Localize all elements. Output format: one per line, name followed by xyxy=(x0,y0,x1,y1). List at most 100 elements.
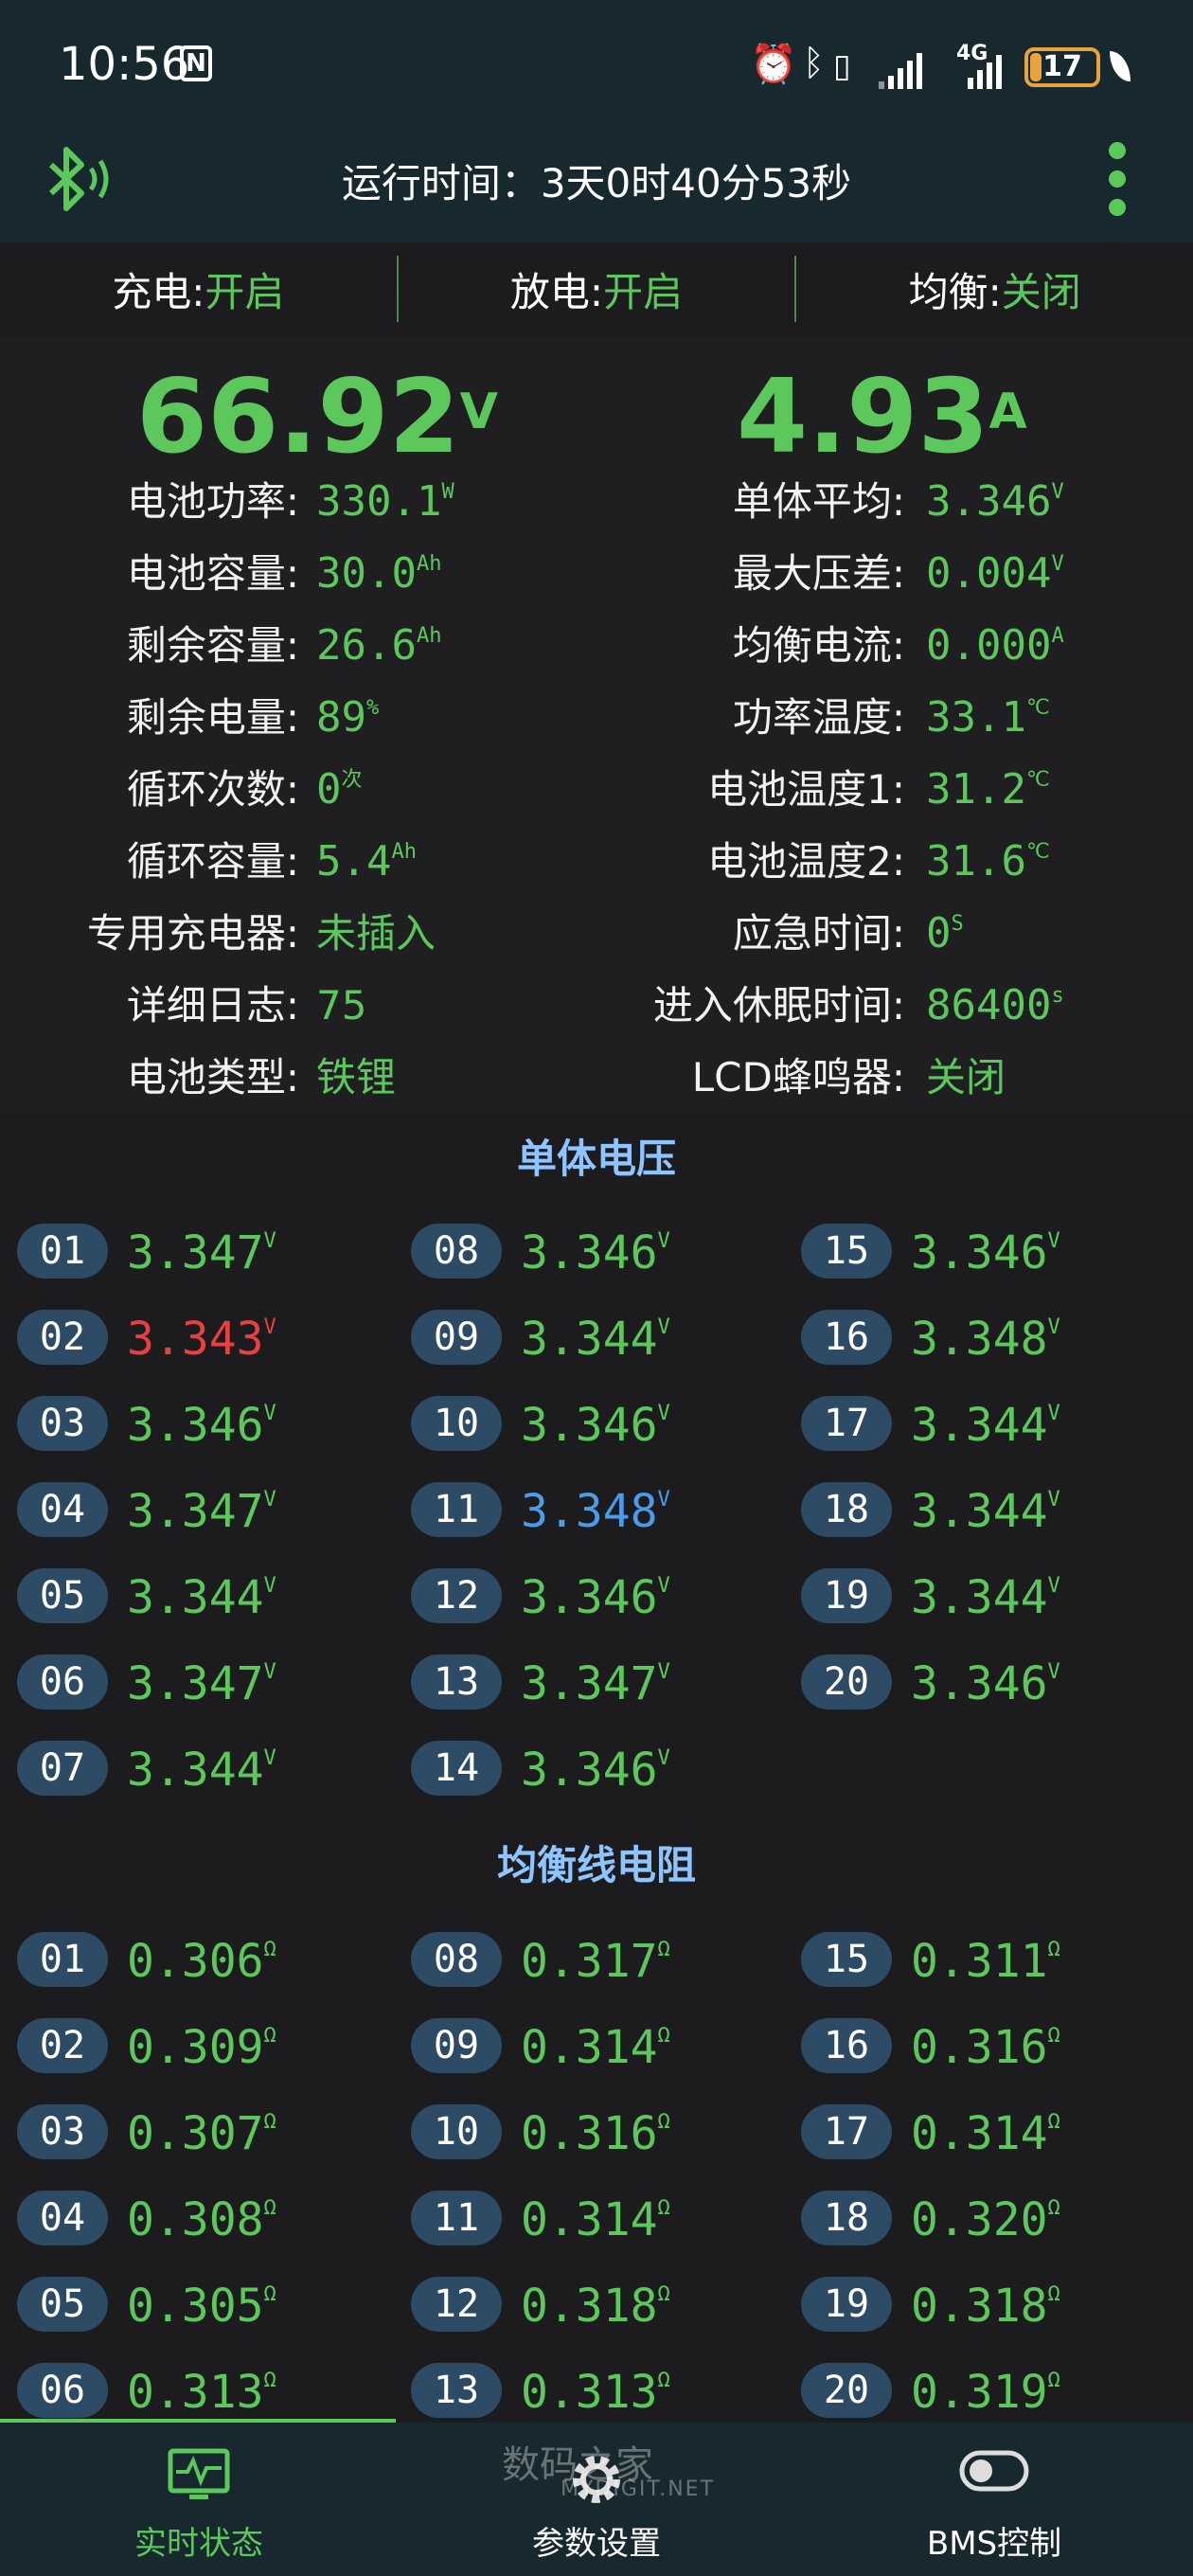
signal-2-icon xyxy=(968,55,1002,89)
more-menu-icon[interactable] xyxy=(1106,142,1129,218)
cell-unit: Ω xyxy=(1047,2196,1060,2220)
cell-number-badge: 10 xyxy=(411,1396,502,1451)
cell-number-badge: 03 xyxy=(17,1396,108,1451)
cell-unit: V xyxy=(263,1660,276,1684)
right_stats-row: LCD蜂鸣器: 关闭 xyxy=(0,1042,1193,1114)
cell-value: 3.347V xyxy=(521,1651,670,1717)
right_stats-number: 3.346 xyxy=(926,477,1052,526)
cell-cell_voltage-16: 16 3.348V xyxy=(801,1306,1180,1372)
cell-number: 0.316 xyxy=(521,2107,658,2160)
cell-number-badge: 12 xyxy=(411,1568,502,1623)
cell-balance_resistance-10: 10 0.316Ω xyxy=(411,2101,790,2167)
right_stats-value: 86400s xyxy=(926,970,1064,1042)
cell-value: 0.316Ω xyxy=(911,2014,1060,2081)
cell-unit: V xyxy=(1047,1488,1060,1512)
cell-balance_resistance-16: 16 0.316Ω xyxy=(801,2014,1180,2081)
switch-label: 均衡: xyxy=(908,269,1002,315)
cell-number-badge: 08 xyxy=(411,1932,502,1987)
cell-number: 0.307 xyxy=(127,2107,264,2160)
right_stats-unit: V xyxy=(1051,552,1064,576)
cell-number-badge: 18 xyxy=(801,1482,892,1537)
cell-number-badge: 03 xyxy=(17,2104,108,2159)
cell-value: 3.347V xyxy=(127,1651,276,1717)
cell-number: 0.318 xyxy=(521,2280,658,2333)
cell-value: 3.346V xyxy=(521,1565,670,1631)
nav-tab-label: BMS控制 xyxy=(926,2525,1062,2563)
switch-item-1: 放电:开启 xyxy=(399,242,795,337)
cell-balance_resistance-11: 11 0.314Ω xyxy=(411,2187,790,2253)
cell-value: 0.320Ω xyxy=(911,2187,1060,2253)
cell-unit: V xyxy=(263,1229,276,1253)
right_stats-value: 31.2℃ xyxy=(926,754,1050,826)
cell-value: 3.344V xyxy=(521,1306,670,1372)
nav-tab-label: 参数设置 xyxy=(532,2525,661,2563)
cell-balance_resistance-20: 20 0.319Ω xyxy=(801,2359,1180,2425)
cell-number-badge: 09 xyxy=(411,1310,502,1365)
right_stats-unit: ℃ xyxy=(1025,696,1050,720)
cell-balance_resistance-08: 08 0.317Ω xyxy=(411,1928,790,1995)
cell-number: 0.311 xyxy=(911,1935,1048,1988)
cell-number: 3.346 xyxy=(521,1399,658,1452)
switch-value: 开启 xyxy=(603,269,684,315)
cell-unit: V xyxy=(1047,1574,1060,1598)
balance-resistance-title: 均衡线电阻 xyxy=(496,1842,696,1888)
right_stats-row: 最大压差: 0.004V xyxy=(0,538,1193,610)
cell-number: 0.317 xyxy=(521,1935,658,1988)
cell-number: 0.305 xyxy=(127,2280,264,2333)
right_stats-label: 进入休眠时间: xyxy=(652,982,905,1029)
cell-number: 3.348 xyxy=(911,1313,1048,1366)
cell-cell_voltage-02: 02 3.343V xyxy=(17,1306,396,1372)
cell-unit: V xyxy=(263,1574,276,1598)
cell-value: 0.318Ω xyxy=(911,2273,1060,2339)
cell-value: 3.346V xyxy=(127,1392,276,1458)
cell-number: 3.347 xyxy=(127,1657,264,1710)
cell-cell_voltage-08: 08 3.346V xyxy=(411,1220,790,1286)
right_stats-label: 最大压差: xyxy=(732,550,905,597)
cell-unit: Ω xyxy=(657,2282,670,2306)
cell-balance_resistance-19: 19 0.318Ω xyxy=(801,2273,1180,2339)
nav-tab-2[interactable]: BMS控制 xyxy=(795,2423,1193,2576)
nav-tab-label: 实时状态 xyxy=(134,2525,263,2563)
cell-number: 3.343 xyxy=(127,1313,264,1366)
cell-number-badge: 05 xyxy=(17,2277,108,2332)
cell-value: 0.308Ω xyxy=(127,2187,276,2253)
right_stats-number: 31.6 xyxy=(926,837,1026,886)
cell-unit: V xyxy=(1047,1402,1060,1425)
monitor-pulse-icon xyxy=(167,2447,231,2508)
watermark-sub: MYDIGIT.NET xyxy=(561,2478,716,2501)
cell-cell_voltage-05: 05 3.344V xyxy=(17,1565,396,1631)
cell-number: 3.346 xyxy=(521,1571,658,1624)
cell-cell_voltage-20: 20 3.346V xyxy=(801,1651,1180,1717)
cell-number: 0.316 xyxy=(911,2021,1048,2074)
cell-unit: V xyxy=(263,1746,276,1770)
cell-unit: Ω xyxy=(1047,2369,1060,2392)
cell-value: 3.346V xyxy=(521,1392,670,1458)
cell-number: 0.309 xyxy=(127,2021,264,2074)
cell-balance_resistance-15: 15 0.311Ω xyxy=(801,1928,1180,1995)
cell-number-badge: 20 xyxy=(801,2363,892,2418)
cell-value: 0.318Ω xyxy=(521,2273,670,2339)
right_stats-label: 应急时间: xyxy=(732,910,905,957)
cell-number-badge: 10 xyxy=(411,2104,502,2159)
cell-number: 3.347 xyxy=(127,1226,264,1279)
cell-number-badge: 14 xyxy=(411,1741,502,1796)
right_stats-row: 应急时间: 0S xyxy=(0,898,1193,970)
cell-number: 0.306 xyxy=(127,1935,264,1988)
cell-value: 3.344V xyxy=(127,1565,276,1631)
cell-number-badge: 07 xyxy=(17,1741,108,1796)
cell-value: 0.307Ω xyxy=(127,2101,276,2167)
right_stats-row: 电池温度2: 31.6℃ xyxy=(0,826,1193,898)
right_stats-unit: V xyxy=(1051,480,1064,504)
cell-unit: Ω xyxy=(1047,1938,1060,1961)
nav-tab-0[interactable]: 实时状态 xyxy=(0,2423,398,2576)
cell-cell_voltage-07: 07 3.344V xyxy=(17,1737,396,1803)
toggle-icon xyxy=(958,2447,1030,2498)
cell-unit: Ω xyxy=(263,1938,276,1961)
cell-unit: Ω xyxy=(657,1938,670,1961)
cell-value: 3.346V xyxy=(911,1651,1060,1717)
cell-number: 0.319 xyxy=(911,2366,1048,2419)
cell-cell_voltage-03: 03 3.346V xyxy=(17,1392,396,1458)
cell-number-badge: 08 xyxy=(411,1224,502,1279)
cell-number-badge: 19 xyxy=(801,1568,892,1623)
cell-cell_voltage-17: 17 3.344V xyxy=(801,1392,1180,1458)
